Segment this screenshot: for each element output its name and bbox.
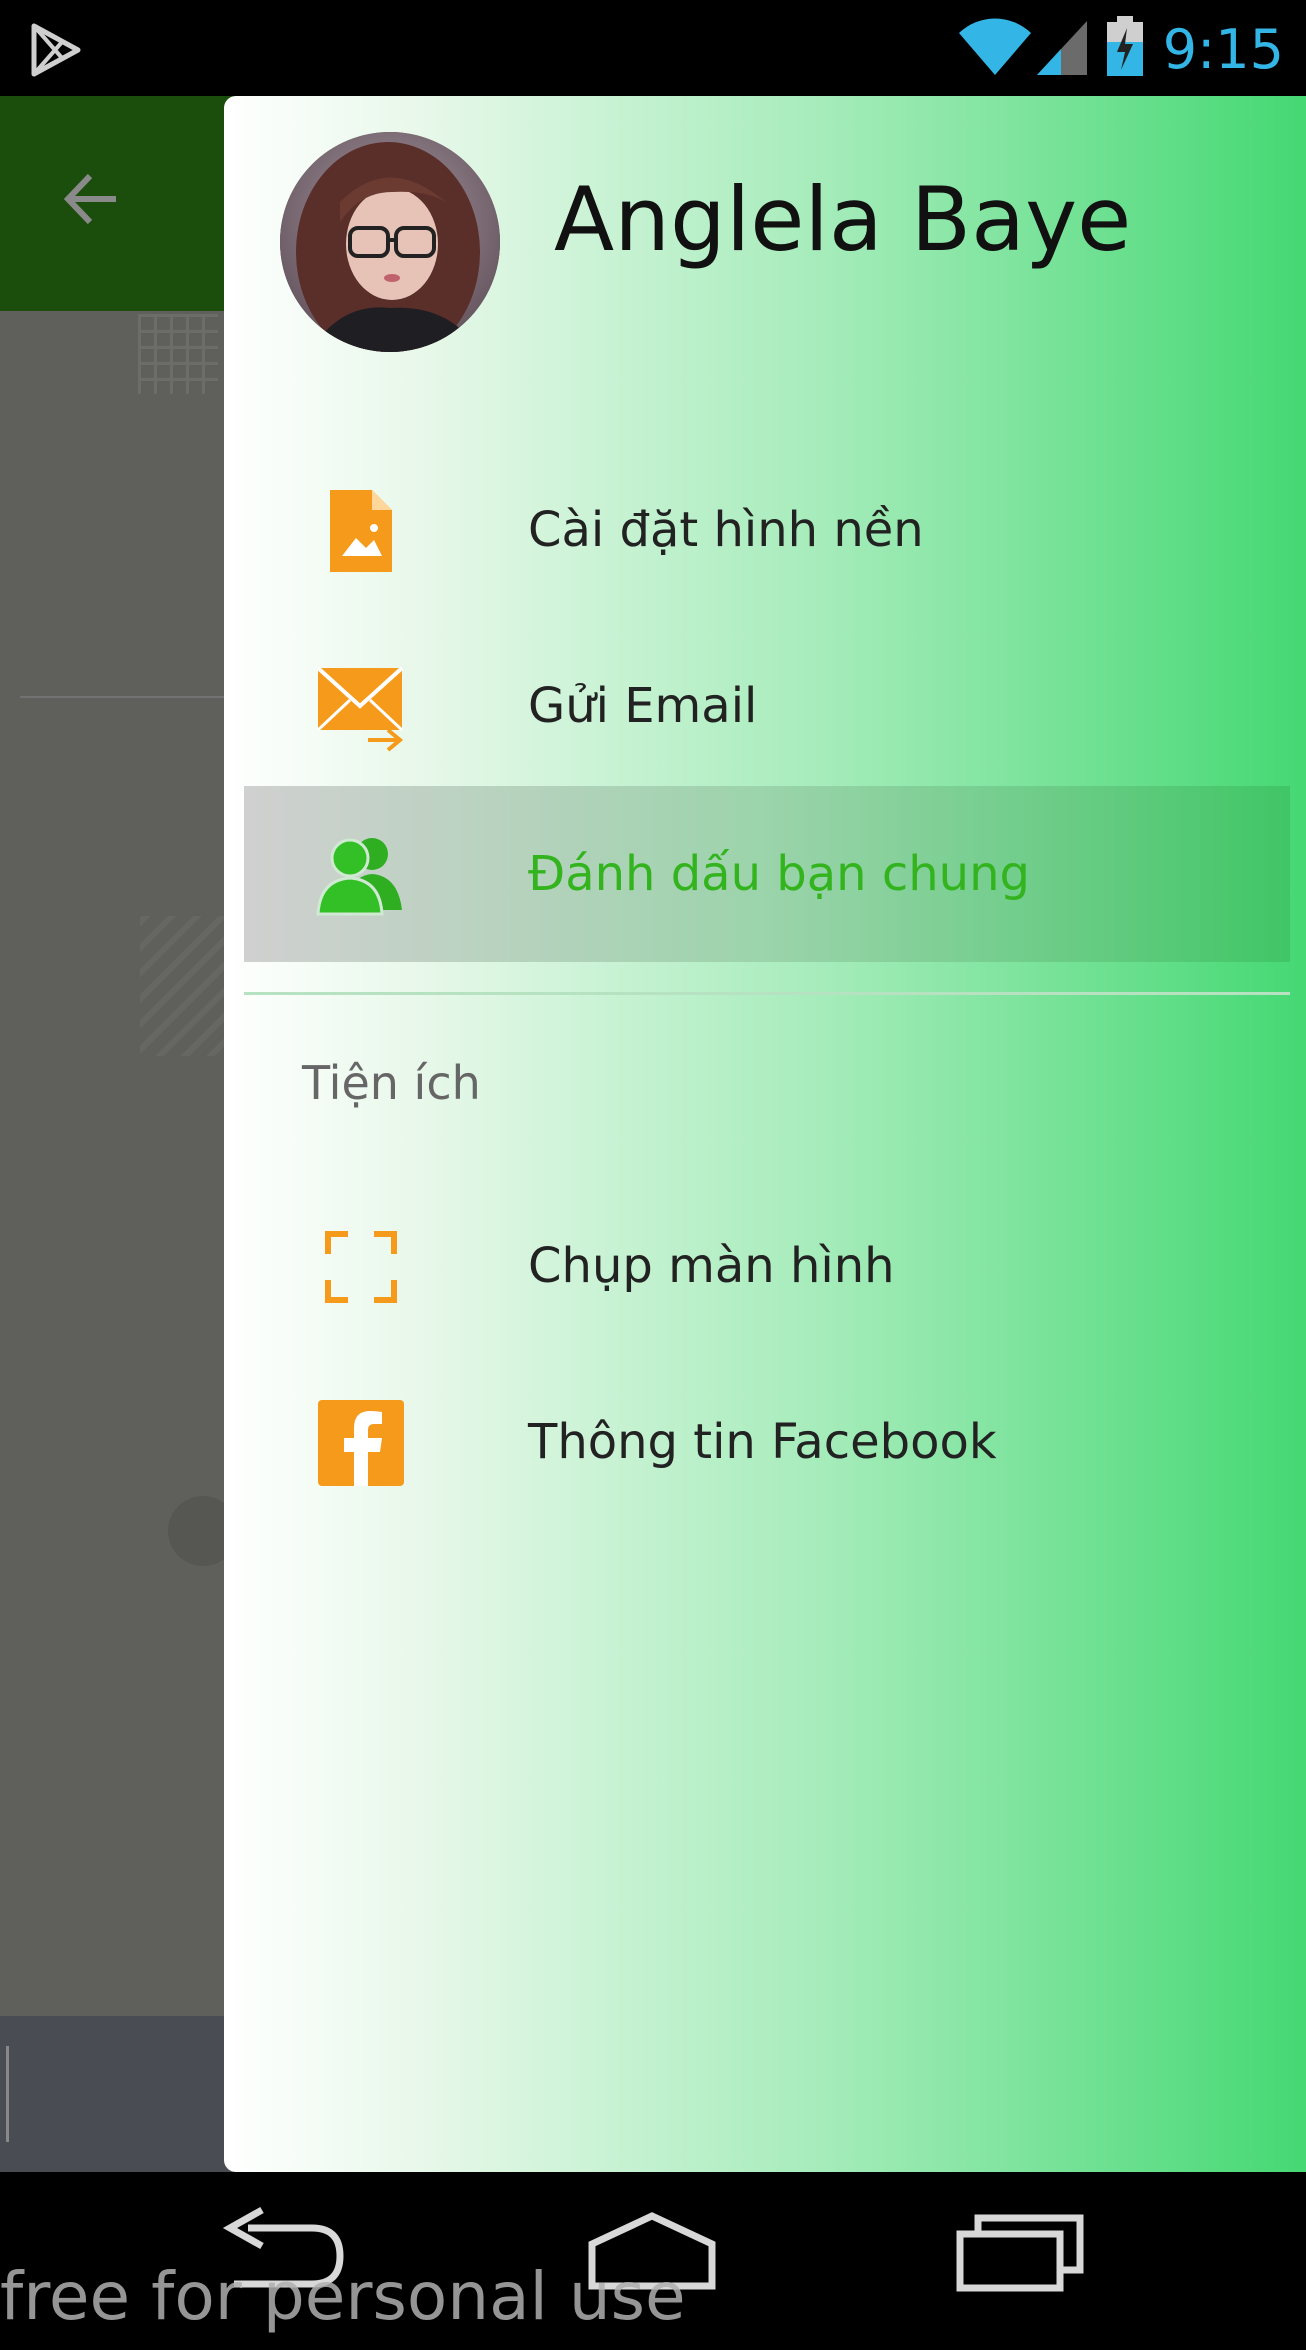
- menu-item-screenshot[interactable]: Chụp màn hình: [244, 1178, 1290, 1354]
- menu-item-label: Thông tin Facebook: [528, 1414, 997, 1470]
- screenshot-frame-icon: [316, 1222, 406, 1312]
- background-pattern: [138, 314, 218, 394]
- menu-item-label: Cài đặt hình nền: [528, 502, 924, 558]
- wifi-icon: [957, 17, 1033, 81]
- back-arrow-icon[interactable]: [58, 164, 128, 234]
- signal-icon: [1033, 17, 1091, 81]
- watermark: free for personal use: [0, 2258, 686, 2335]
- status-bar: 9:15: [0, 0, 1306, 96]
- facebook-icon: [316, 1398, 406, 1488]
- play-store-icon: [28, 22, 84, 78]
- menu-item-label: Chụp màn hình: [528, 1238, 895, 1294]
- menu-item-mark-mutual-friends[interactable]: Đánh dấu bạn chung: [244, 786, 1290, 962]
- status-icons: 9:15: [957, 14, 1306, 84]
- menu-item-label: Gửi Email: [528, 678, 758, 734]
- navigation-drawer: Anglela Baye Cài đặt hình nền Gửi Email: [224, 96, 1306, 2172]
- friends-icon: [316, 830, 406, 920]
- status-time: 9:15: [1162, 17, 1284, 81]
- menu-item-label: Đánh dấu bạn chung: [528, 846, 1030, 902]
- profile-name: Anglela Baye: [554, 168, 1132, 271]
- email-send-icon: [316, 662, 406, 752]
- background-divider: [20, 696, 240, 698]
- menu-item-send-email[interactable]: Gửi Email: [244, 618, 1290, 794]
- text-cursor: [6, 2046, 9, 2142]
- menu-item-facebook-info[interactable]: Thông tin Facebook: [244, 1354, 1290, 1530]
- battery-charging-icon: [1105, 16, 1145, 82]
- section-header: Tiện ích: [302, 1056, 481, 1110]
- menu-item-wallpaper[interactable]: Cài đặt hình nền: [244, 442, 1290, 618]
- recents-nav-icon[interactable]: [952, 2206, 1092, 2296]
- image-file-icon: [316, 486, 406, 576]
- drawer-divider: [244, 992, 1290, 995]
- avatar[interactable]: [280, 132, 500, 352]
